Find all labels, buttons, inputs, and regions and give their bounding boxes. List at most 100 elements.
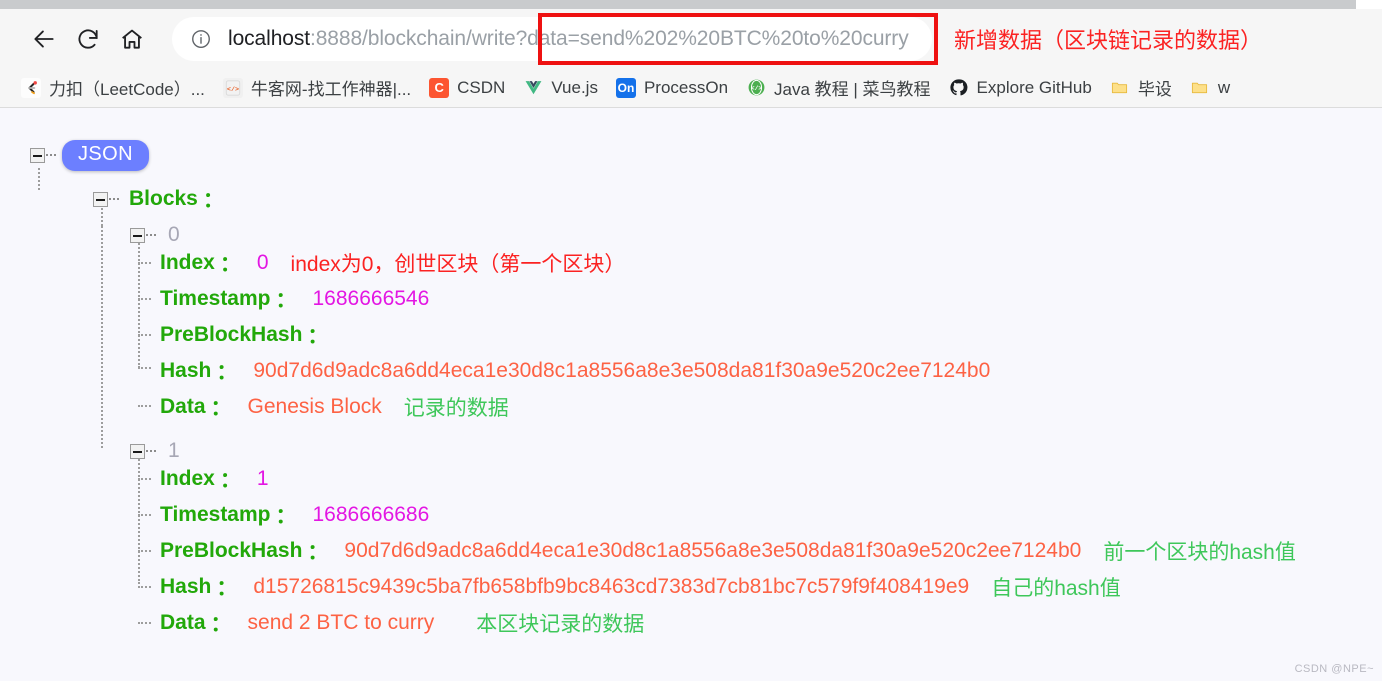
home-button[interactable] <box>110 17 154 61</box>
bookmark-github[interactable]: Explore GitHub <box>940 73 1101 103</box>
colon: ： <box>216 577 238 600</box>
bookmark-label: CSDN <box>457 77 506 97</box>
home-icon <box>119 26 145 52</box>
bookmark-label: 力扣（LeetCode）... <box>49 80 205 99</box>
colon: ： <box>202 189 224 212</box>
url-host: localhost <box>228 26 310 50</box>
tree-dots <box>146 450 156 452</box>
csdn-glyph: C <box>434 80 444 95</box>
arrow-left-icon <box>31 26 57 52</box>
address-bar[interactable]: localhost:8888/blockchain/write?data=sen… <box>172 12 938 65</box>
field-row-hash: Hash ： d15726815c9439c5ba7fb658bfb9bc846… <box>150 574 1121 600</box>
bookmark-vuejs[interactable]: Vue.js <box>514 73 607 103</box>
info-circle-icon[interactable] <box>190 28 212 50</box>
reload-button[interactable] <box>66 17 110 61</box>
field-row-index: Index ： 0 index为0，创世区块（第一个区块） <box>150 250 625 276</box>
bookmark-leetcode[interactable]: 力扣（LeetCode）... <box>12 73 214 103</box>
tree-guide-root <box>38 168 40 190</box>
key-blocks: Blocks <box>129 187 198 210</box>
bookmark-runoob[interactable]: </> Java 教程 | 菜鸟教程 <box>737 73 940 103</box>
bookmark-label: 牛客网-找工作神器|... <box>250 80 412 99</box>
reload-icon <box>75 26 101 52</box>
field-row-index: Index ： 1 <box>150 466 269 492</box>
value-hash: 90d7d6d9adc8a6dd4eca1e30d8c1a8556a8e3e50… <box>253 359 991 382</box>
url-text[interactable]: localhost:8888/blockchain/write?data=sen… <box>228 27 909 51</box>
annotation-data: 记录的数据 <box>403 397 509 420</box>
tree-guide-blocks-items <box>101 226 103 448</box>
watermark: CSDN @NPE~ <box>1294 663 1374 675</box>
expander-block-1[interactable] <box>130 443 145 459</box>
bookmark-label: Java 教程 | 菜鸟教程 <box>774 80 931 99</box>
bookmark-label: Vue.js <box>551 77 598 97</box>
browser-toolbar: localhost:8888/blockchain/write?data=sen… <box>0 9 1382 68</box>
nowcoder-icon: </> <box>222 77 243 98</box>
processon-glyph: On <box>617 80 635 95</box>
field-row-timestamp: Timestamp ： 1686666546 <box>150 286 429 312</box>
block-node-label: 0 <box>168 223 180 246</box>
expander-blocks[interactable] <box>93 191 108 207</box>
key-preblockhash: PreBlockHash <box>160 539 303 562</box>
folder-icon <box>1110 78 1130 98</box>
colon: ： <box>307 325 329 348</box>
expander-block-0[interactable] <box>130 227 145 243</box>
key-preblockhash: PreBlockHash <box>160 323 303 346</box>
json-blocks-row: Blocks ： <box>93 186 224 212</box>
key-data: Data <box>160 395 206 418</box>
colon: ： <box>275 505 297 528</box>
github-icon <box>949 78 969 98</box>
value-hash: d15726815c9439c5ba7fb658bfb9bc8463cd7383… <box>253 575 970 598</box>
value-data: send 2 BTC to curry <box>247 611 435 634</box>
bookmark-folder-w[interactable]: w <box>1181 73 1239 103</box>
colon: ： <box>210 397 232 420</box>
svg-text:</>: </> <box>750 85 762 92</box>
value-timestamp: 1686666546 <box>312 287 430 310</box>
bookmark-folder-bishe[interactable]: 毕设 <box>1101 73 1181 103</box>
annotation-preblockhash: 前一个区块的hash值 <box>1103 541 1296 564</box>
tree-dots <box>146 234 156 236</box>
url-path: :8888/blockchain/write?data=send%202%20B… <box>309 26 909 50</box>
browser-window: localhost:8888/blockchain/write?data=sen… <box>0 0 1382 681</box>
field-row-data: Data ： Genesis Block 记录的数据 <box>150 394 509 420</box>
vue-icon <box>523 78 543 98</box>
back-button[interactable] <box>22 17 66 61</box>
value-index: 0 <box>256 251 269 274</box>
folder-icon <box>1190 78 1210 98</box>
bookmark-csdn[interactable]: C CSDN <box>420 73 514 103</box>
value-data: Genesis Block <box>247 395 382 418</box>
svg-text:</>: </> <box>227 86 239 94</box>
tab-strip-end <box>1356 0 1382 9</box>
colon: ： <box>307 541 329 564</box>
value-index: 1 <box>256 467 269 490</box>
bookmarks-bar: 力扣（LeetCode）... </> 牛客网-找工作神器|... C CSDN <box>0 68 1382 108</box>
key-hash: Hash <box>160 359 212 382</box>
field-row-data: Data ： send 2 BTC to curry 本区块记录的数据 <box>150 610 644 636</box>
bookmark-label: w <box>1217 77 1231 97</box>
key-data: Data <box>160 611 206 634</box>
bookmark-label: Explore GitHub <box>976 77 1092 97</box>
bookmark-nowcoder[interactable]: </> 牛客网-找工作神器|... <box>214 73 420 103</box>
json-root-row: JSON <box>30 139 149 171</box>
json-root-badge: JSON <box>62 139 149 171</box>
annotation-hash: 自己的hash值 <box>991 577 1121 600</box>
csdn-icon: C <box>429 77 450 98</box>
expander-root[interactable] <box>30 147 45 163</box>
leetcode-icon <box>21 77 41 98</box>
tree-guide-block1 <box>138 456 140 584</box>
value-timestamp: 1686666686 <box>312 503 430 526</box>
field-row-preblockhash: PreBlockHash ： 90d7d6d9adc8a6dd4eca1e30d… <box>150 538 1296 564</box>
field-row-timestamp: Timestamp ： 1686666686 <box>150 502 429 528</box>
key-timestamp: Timestamp <box>160 503 271 526</box>
tab-strip <box>0 0 1382 9</box>
tree-guide-block0 <box>138 240 140 368</box>
tree-dots <box>109 198 119 200</box>
json-viewer: JSON Blocks ： 0 Index ： 0 index为0，创世区块（第… <box>0 108 1382 681</box>
toolbar-annotation: 新增数据（区块链记录的数据） <box>954 27 1263 53</box>
field-row-preblockhash: PreBlockHash ： <box>150 322 344 348</box>
bookmark-processon[interactable]: On ProcessOn <box>607 73 737 103</box>
json-block-node-0: 0 <box>130 222 180 248</box>
value-preblockhash: 90d7d6d9adc8a6dd4eca1e30d8c1a8556a8e3e50… <box>344 539 1082 562</box>
key-hash: Hash <box>160 575 212 598</box>
annotation-index: index为0，创世区块（第一个区块） <box>290 253 626 276</box>
colon: ： <box>210 613 232 636</box>
tree-dots <box>46 154 56 156</box>
